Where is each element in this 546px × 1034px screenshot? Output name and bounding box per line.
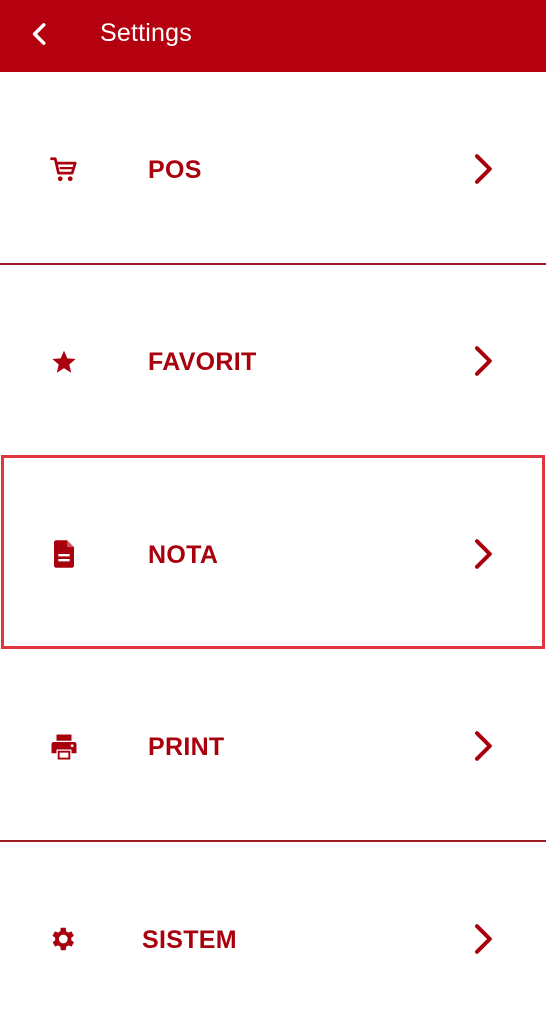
menu-item-label: POS <box>148 156 202 184</box>
chevron-right-icon <box>462 339 506 383</box>
menu-item-label: SISTEM <box>142 926 237 954</box>
chevron-right-icon <box>462 532 506 576</box>
app-bar: Settings <box>0 0 546 72</box>
menu-item-nota[interactable]: NOTA <box>0 457 546 649</box>
menu-item-favorit[interactable]: FAVORIT <box>0 265 546 457</box>
menu-item-label: PRINT <box>148 733 225 761</box>
settings-menu: POS FAVORIT NOTA PRINT SISTEM <box>0 72 546 1024</box>
page-title: Settings <box>100 19 192 47</box>
menu-item-sistem[interactable]: SISTEM <box>0 842 546 1034</box>
chevron-left-icon <box>32 23 46 45</box>
document-icon <box>44 534 84 574</box>
star-icon <box>44 342 84 382</box>
cart-icon <box>44 150 84 190</box>
gear-icon <box>42 919 82 959</box>
menu-item-print[interactable]: PRINT <box>0 649 546 841</box>
menu-item-pos[interactable]: POS <box>0 72 546 264</box>
chevron-right-icon <box>462 147 506 191</box>
menu-item-label: NOTA <box>148 541 219 569</box>
menu-item-label: FAVORIT <box>148 348 257 376</box>
chevron-right-icon <box>462 724 506 768</box>
printer-icon <box>44 727 84 767</box>
back-button[interactable] <box>18 12 62 56</box>
chevron-right-icon <box>462 917 506 961</box>
